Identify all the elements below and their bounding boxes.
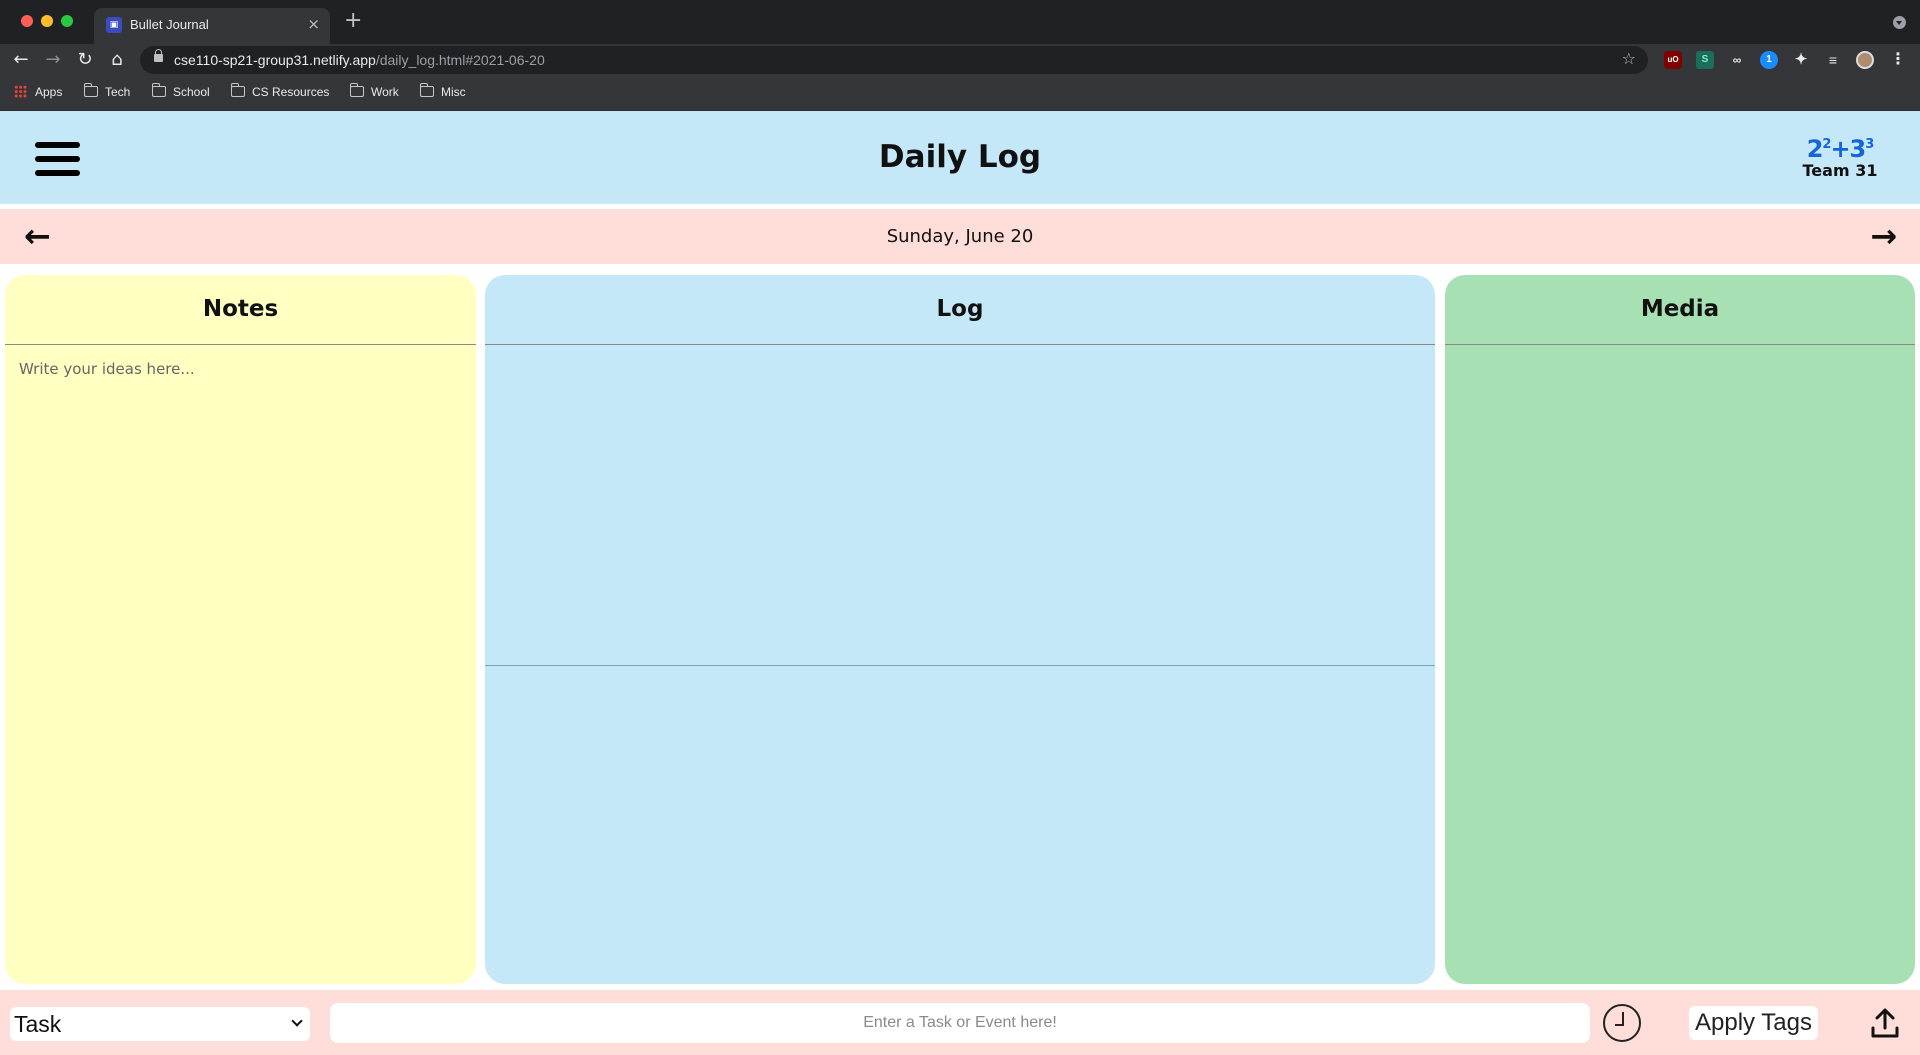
ublock-extension-icon[interactable]: uO: [1664, 51, 1682, 69]
folder-icon: [151, 83, 166, 97]
bookmark-label: School: [173, 85, 210, 99]
forward-icon[interactable]: →: [40, 47, 66, 73]
url-path: /daily_log.html#2021-06-20: [375, 52, 545, 68]
reload-icon[interactable]: ↻: [72, 47, 98, 73]
window-close-button[interactable]: [21, 15, 33, 27]
window-zoom-button[interactable]: [61, 15, 73, 27]
apps-grid-icon: [14, 85, 27, 98]
date-navigation: ← Sunday, June 20 →: [0, 209, 1920, 264]
back-icon[interactable]: ←: [8, 47, 34, 73]
page-title: Daily Log: [878, 139, 1042, 175]
bookmark-cs-resources[interactable]: CS Resources: [230, 83, 330, 99]
log-divider: [485, 665, 1435, 666]
bookmark-label: Misc: [441, 85, 466, 99]
notes-panel: Notes: [5, 275, 476, 984]
logo-formula-icon: 22+33: [1806, 135, 1875, 163]
media-title: Media: [1640, 296, 1720, 322]
folder-icon: [419, 83, 434, 97]
current-date: Sunday, June 20: [886, 226, 1034, 247]
bookmark-school[interactable]: School: [151, 83, 210, 99]
tab-favicon-icon: ▣: [106, 17, 122, 33]
tab-search-icon[interactable]: [1893, 16, 1906, 29]
log-title: Log: [936, 296, 984, 322]
team-logo: 22+33 Team 31: [1802, 132, 1878, 188]
entry-input[interactable]: [330, 1003, 1590, 1043]
bookmark-tech[interactable]: Tech: [83, 83, 131, 99]
apply-tags-button[interactable]: Apply Tags: [1689, 1006, 1818, 1040]
media-panel: Media: [1445, 275, 1915, 984]
upload-icon[interactable]: [1871, 1008, 1899, 1038]
media-header: Media: [1445, 275, 1915, 345]
address-bar[interactable]: cse110-sp21-group31.netlify.app/daily_lo…: [140, 46, 1648, 74]
logo-text: Team 31: [1802, 161, 1878, 180]
entry-type-value: Task: [14, 1011, 62, 1037]
log-panel: Log: [485, 275, 1435, 984]
tab-title: Bullet Journal: [130, 17, 209, 32]
new-tab-button[interactable]: +: [344, 10, 362, 32]
lock-icon: [154, 49, 163, 62]
bookmark-apps[interactable]: Apps: [14, 85, 62, 99]
notes-textarea[interactable]: [5, 346, 476, 984]
app-header: Daily Log 22+33 Team 31: [0, 111, 1920, 204]
bookmark-misc[interactable]: Misc: [419, 83, 466, 99]
browser-tabstrip: ▣ Bullet Journal × +: [0, 0, 1920, 44]
bookmark-work[interactable]: Work: [349, 83, 399, 99]
clock-icon[interactable]: [1603, 1004, 1641, 1042]
folder-icon: [83, 83, 98, 97]
notes-title: Notes: [202, 296, 279, 322]
browser-tab[interactable]: ▣ Bullet Journal ×: [94, 8, 330, 44]
window-minimize-button[interactable]: [41, 15, 53, 27]
bookmarks-bar: Apps Tech School CS Resources Work Misc: [0, 76, 1920, 111]
extensions-puzzle-icon[interactable]: ✦: [1792, 51, 1810, 69]
bookmark-label: CS Resources: [252, 85, 330, 99]
entry-type-select[interactable]: Task: [10, 1007, 310, 1041]
media-controls-icon[interactable]: ≡: [1824, 51, 1842, 69]
bookmark-star-icon[interactable]: ☆: [1622, 49, 1636, 68]
entry-bar: Task Apply Tags: [0, 990, 1920, 1055]
folder-icon: [230, 83, 245, 97]
browser-toolbar: ← → ↻ ⌂ cse110-sp21-group31.netlify.app/…: [0, 44, 1920, 76]
s-extension-icon[interactable]: S: [1696, 51, 1714, 69]
notes-header: Notes: [5, 275, 476, 345]
profile-avatar[interactable]: [1856, 51, 1874, 69]
log-header: Log: [485, 275, 1435, 345]
arrow-right-icon[interactable]: →: [1870, 219, 1897, 253]
bookmark-label: Tech: [105, 85, 131, 99]
folder-icon: [349, 83, 364, 97]
bookmark-label: Work: [371, 85, 399, 99]
tab-close-icon[interactable]: ×: [307, 15, 320, 33]
password-manager-extension-icon[interactable]: 1: [1760, 51, 1778, 69]
glasses-extension-icon[interactable]: ∞: [1728, 51, 1746, 69]
bookmark-label: Apps: [35, 85, 63, 99]
browser-menu-icon[interactable]: ⋮: [1890, 49, 1906, 68]
home-icon[interactable]: ⌂: [104, 47, 130, 73]
url-host: cse110-sp21-group31.netlify.app: [174, 52, 376, 68]
url-text: cse110-sp21-group31.netlify.app/daily_lo…: [174, 52, 545, 68]
